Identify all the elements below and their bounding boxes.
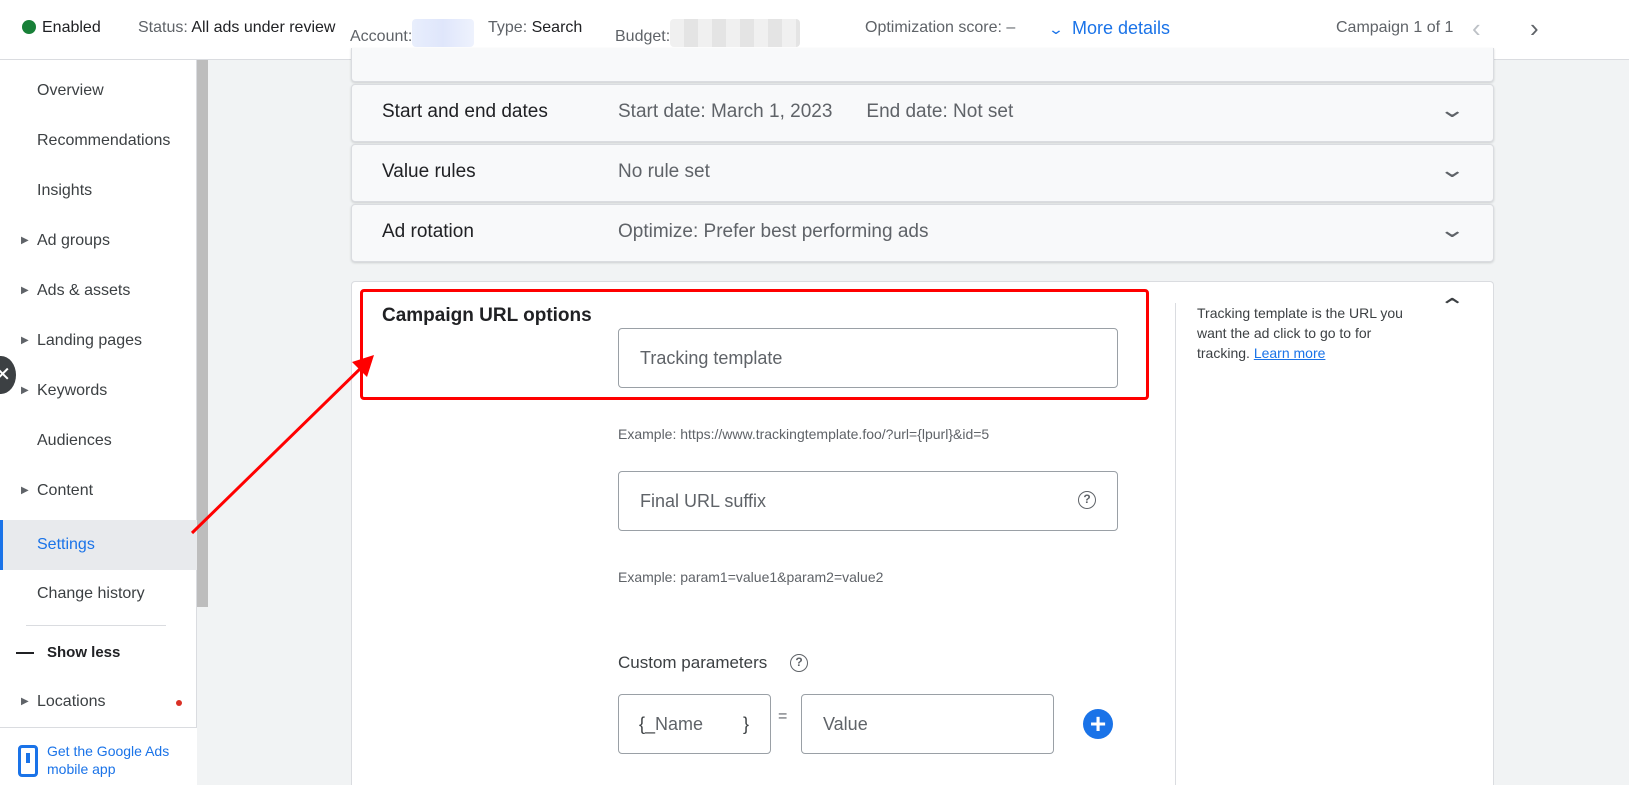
caret-right-icon: ▶ bbox=[21, 335, 29, 346]
previous-campaign-icon[interactable]: ‹ bbox=[1472, 13, 1481, 44]
help-icon[interactable]: ? bbox=[1078, 491, 1096, 509]
campaign-type: Type: Search bbox=[488, 19, 583, 36]
equals-sign: = bbox=[778, 708, 788, 725]
caret-right-icon: ▶ bbox=[21, 485, 29, 496]
previous-settings-card bbox=[351, 48, 1494, 82]
custom-param-name-input[interactable]: {_Name} bbox=[618, 694, 771, 754]
custom-param-value-input[interactable]: Value bbox=[801, 694, 1054, 754]
sidebar-divider bbox=[26, 625, 166, 626]
campaign-status[interactable]: Enabled bbox=[22, 19, 101, 37]
optimization-score: Optimization score: – bbox=[865, 19, 1016, 36]
campaign-sidebar: Overview Recommendations Insights ▶ Ad gr… bbox=[0, 60, 197, 785]
alert-dot-icon bbox=[176, 700, 182, 706]
help-panel-divider bbox=[1175, 303, 1176, 785]
value-rules-title: Value rules bbox=[382, 161, 476, 182]
tracking-template-example: Example: https://www.trackingtemplate.fo… bbox=[618, 426, 990, 442]
sidebar-item-change-history[interactable]: Change history bbox=[0, 569, 197, 619]
help-icon[interactable]: ? bbox=[790, 654, 808, 672]
add-parameter-icon[interactable]: + bbox=[1083, 709, 1113, 739]
sidebar-item-settings[interactable]: Settings bbox=[0, 520, 197, 570]
final-url-suffix-example: Example: param1=value1&param2=value2 bbox=[618, 569, 884, 585]
minus-icon bbox=[16, 652, 34, 654]
caret-right-icon: ▶ bbox=[21, 285, 29, 296]
dates-card-title: Start and end dates bbox=[382, 101, 548, 122]
value-rules-summary: No rule set bbox=[618, 161, 710, 182]
sidebar-scrollbar[interactable] bbox=[197, 60, 208, 607]
account-redacted bbox=[412, 19, 475, 47]
sidebar-item-ad-groups[interactable]: ▶ Ad groups bbox=[0, 216, 197, 266]
budget-redacted bbox=[670, 19, 801, 47]
enabled-status-icon bbox=[22, 20, 36, 34]
ad-rotation-title: Ad rotation bbox=[382, 221, 474, 242]
sidebar-item-overview[interactable]: Overview bbox=[0, 66, 197, 116]
sidebar-item-recommendations[interactable]: Recommendations bbox=[0, 116, 197, 166]
sidebar-item-locations[interactable]: ▶ Locations bbox=[0, 677, 197, 727]
show-less-button[interactable]: Show less bbox=[0, 633, 197, 673]
sidebar-item-content[interactable]: ▶ Content bbox=[0, 466, 197, 516]
account-info: Account: bbox=[350, 19, 475, 47]
chevron-down-icon: ⌄ bbox=[1047, 21, 1065, 37]
dates-card-summary: Start date: March 1, 2023 End date: Not s… bbox=[618, 101, 1014, 122]
caret-right-icon: ▶ bbox=[21, 696, 29, 707]
campaign-counter: Campaign 1 of 1 bbox=[1336, 19, 1454, 36]
learn-more-link[interactable]: Learn more bbox=[1254, 345, 1326, 361]
sidebar-item-landing-pages[interactable]: ▶ Landing pages bbox=[0, 316, 197, 366]
sidebar-item-ads-assets[interactable]: ▶ Ads & assets bbox=[0, 266, 197, 316]
chevron-down-icon[interactable]: ⌄ bbox=[1438, 97, 1466, 123]
mobile-app-promo[interactable]: Get the Google Ads mobile app bbox=[0, 727, 197, 785]
caret-right-icon: ▶ bbox=[21, 385, 29, 396]
sidebar-item-audiences[interactable]: Audiences bbox=[0, 416, 197, 466]
next-campaign-icon[interactable]: › bbox=[1530, 13, 1539, 44]
final-url-suffix-input[interactable]: Final URL suffix ? bbox=[618, 471, 1118, 531]
dates-card[interactable]: Start and end dates Start date: March 1,… bbox=[351, 84, 1494, 142]
ads-status: Status: All ads under review bbox=[138, 19, 336, 36]
caret-right-icon: ▶ bbox=[21, 235, 29, 246]
chevron-up-icon[interactable]: ⌃ bbox=[1438, 294, 1466, 320]
tracking-template-help: Tracking template is the URL you want th… bbox=[1197, 305, 1403, 361]
ad-rotation-summary: Optimize: Prefer best performing ads bbox=[618, 221, 929, 242]
sidebar-item-insights[interactable]: Insights bbox=[0, 166, 197, 216]
budget-info: Budget: bbox=[615, 19, 801, 47]
value-rules-card[interactable]: Value rules No rule set ⌄ bbox=[351, 144, 1494, 202]
sidebar-item-keywords[interactable]: ▶ Keywords bbox=[0, 366, 197, 416]
custom-parameters-label: Custom parameters bbox=[618, 653, 768, 672]
chevron-down-icon[interactable]: ⌄ bbox=[1438, 217, 1466, 243]
annotation-highlight-box bbox=[360, 289, 1149, 400]
more-details-button[interactable]: ⌄ More details bbox=[1048, 18, 1170, 39]
ad-rotation-card[interactable]: Ad rotation Optimize: Prefer best perfor… bbox=[351, 204, 1494, 262]
chevron-down-icon[interactable]: ⌄ bbox=[1438, 157, 1466, 183]
phone-download-icon bbox=[18, 745, 38, 777]
